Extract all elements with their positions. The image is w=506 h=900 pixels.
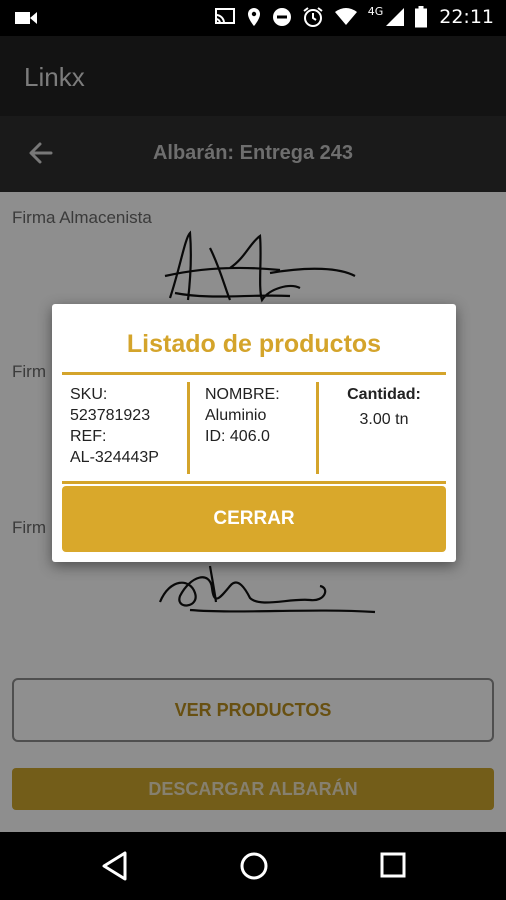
network-type: 4G <box>367 4 384 18</box>
quantity-label: Cantidad: <box>347 386 421 403</box>
battery-icon <box>415 6 428 28</box>
id-value: ID: 406.0 <box>205 428 270 445</box>
location-icon <box>247 8 260 26</box>
back-triangle-icon[interactable] <box>100 850 130 887</box>
quantity-value: 3.00 tn <box>359 411 409 428</box>
signal-icon <box>386 8 405 26</box>
dialog-title: Listado de productos <box>126 330 382 358</box>
cast-icon <box>214 8 235 24</box>
column-divider <box>316 382 319 474</box>
name-column: NOMBRE: Aluminio ID: 406.0 <box>205 384 280 447</box>
title-divider <box>62 372 446 375</box>
column-divider <box>187 382 190 474</box>
sku-value: 523781923 <box>70 407 151 424</box>
recents-square-icon[interactable] <box>378 850 408 885</box>
do-not-disturb-icon <box>272 8 291 26</box>
navigation-bar <box>0 832 506 900</box>
quantity-column: Cantidad: 3.00 tn <box>322 384 446 430</box>
close-button[interactable]: CERRAR <box>62 486 446 552</box>
status-bar: 4G 22:11 <box>0 0 506 36</box>
clock: 22:11 <box>439 6 494 28</box>
ref-value: AL-324443P <box>70 449 159 466</box>
name-value: Aluminio <box>205 407 267 424</box>
sku-label: SKU: <box>70 386 108 403</box>
alarm-icon <box>303 7 323 27</box>
name-label: NOMBRE: <box>205 386 280 403</box>
video-camera-icon <box>14 8 38 33</box>
home-circle-icon[interactable] <box>238 850 270 887</box>
bottom-divider <box>62 481 446 484</box>
wifi-icon <box>334 8 357 25</box>
products-dialog: Listado de productos SKU: 523781923 REF:… <box>52 304 456 562</box>
sku-column: SKU: 523781923 REF: AL-324443P <box>70 384 159 468</box>
ref-label: REF: <box>70 428 107 445</box>
